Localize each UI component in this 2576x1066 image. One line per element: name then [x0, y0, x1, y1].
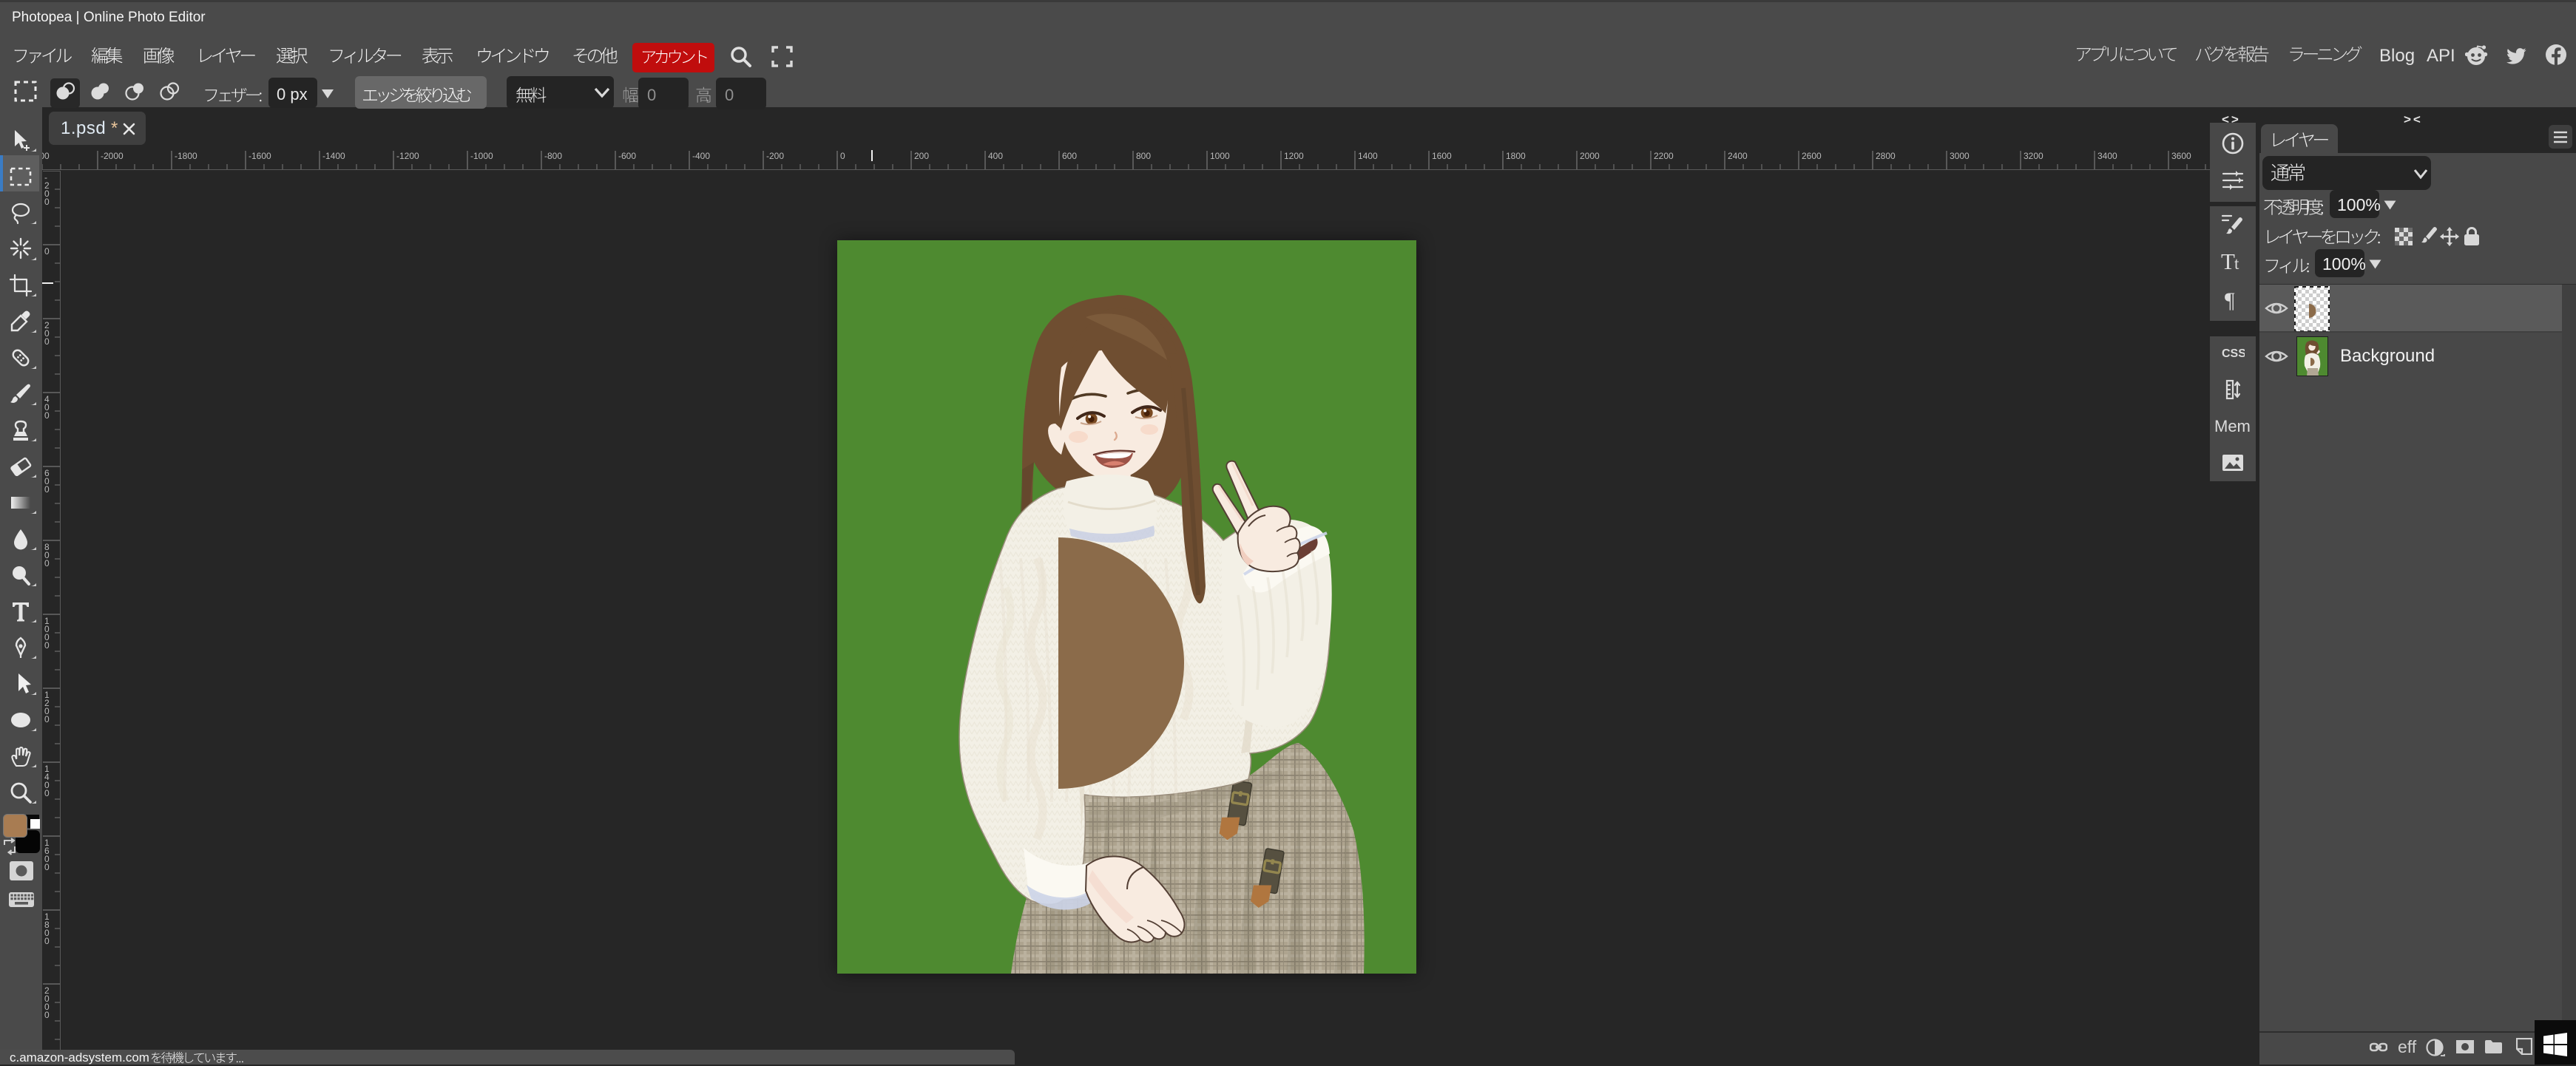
svg-text:0: 0 [44, 410, 50, 421]
svg-text:T: T [2221, 251, 2235, 274]
svg-text:2000: 2000 [1580, 151, 1600, 161]
svg-text:600: 600 [1062, 151, 1077, 161]
svg-text:-2000: -2000 [101, 151, 124, 161]
svg-text:0: 0 [44, 862, 50, 872]
svg-text:200: 200 [914, 151, 929, 161]
svg-text:0: 0 [44, 788, 50, 798]
svg-text:-1800: -1800 [175, 151, 197, 161]
svg-text:0: 0 [44, 197, 50, 207]
svg-text:3400: 3400 [2097, 151, 2117, 161]
svg-text:1800: 1800 [1506, 151, 1526, 161]
svg-text:-600: -600 [618, 151, 636, 161]
svg-text:0: 0 [840, 151, 845, 161]
svg-text:0: 0 [44, 336, 50, 347]
svg-text:0: 0 [44, 936, 50, 946]
svg-text:3000: 3000 [1950, 151, 1970, 161]
svg-text:-400: -400 [692, 151, 710, 161]
svg-text:1400: 1400 [1358, 151, 1378, 161]
svg-text:t: t [2234, 254, 2239, 273]
svg-text:800: 800 [1136, 151, 1151, 161]
svg-text:CSS: CSS [2222, 347, 2245, 360]
svg-text:0: 0 [44, 1010, 50, 1020]
svg-text:0: 0 [44, 640, 50, 651]
svg-text:-1600: -1600 [249, 151, 271, 161]
svg-text:1600: 1600 [1432, 151, 1452, 161]
svg-text:2800: 2800 [1876, 151, 1896, 161]
svg-text:-1000: -1000 [470, 151, 493, 161]
svg-text:0: 0 [44, 558, 50, 568]
svg-text:2400: 2400 [1728, 151, 1748, 161]
svg-text:2600: 2600 [1802, 151, 1822, 161]
svg-text:2200: 2200 [1654, 151, 1674, 161]
svg-text:3600: 3600 [2171, 151, 2191, 161]
svg-text:0: 0 [44, 714, 50, 724]
svg-text:0: 0 [44, 484, 50, 495]
svg-text:1000: 1000 [1210, 151, 1230, 161]
svg-text:-800: -800 [544, 151, 562, 161]
svg-text:-1400: -1400 [322, 151, 345, 161]
svg-text:0: 0 [44, 246, 50, 257]
svg-text:-1200: -1200 [396, 151, 419, 161]
svg-text:-200: -200 [766, 151, 784, 161]
svg-text:1200: 1200 [1284, 151, 1304, 161]
svg-text:400: 400 [988, 151, 1003, 161]
svg-text:¶: ¶ [2225, 289, 2235, 313]
svg-text:3200: 3200 [2024, 151, 2043, 161]
